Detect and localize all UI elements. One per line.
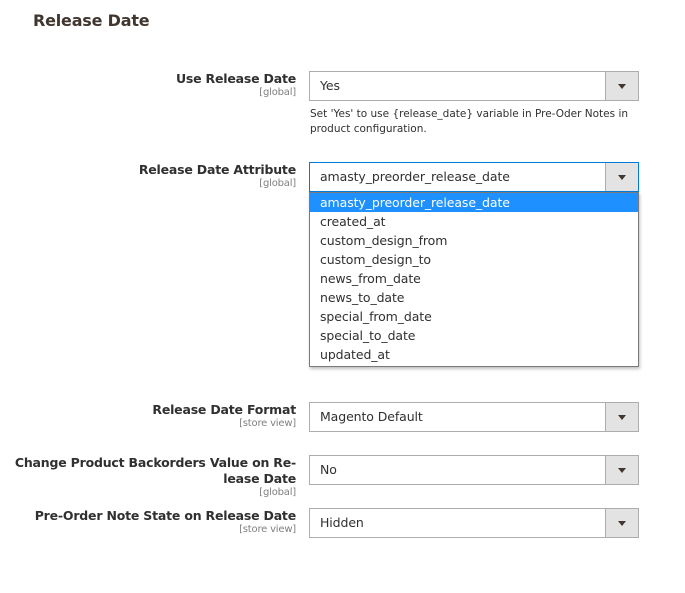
use-release-date-label: Use Release Date [global]	[176, 71, 296, 99]
option-item[interactable]: updated_at	[310, 345, 638, 364]
release-date-format-label-text: Release Date Format	[152, 402, 296, 417]
use-release-date-select[interactable]: Yes	[309, 71, 639, 101]
release-date-attribute-label-text: Release Date Attribute	[138, 162, 296, 177]
release-date-attribute-label: Release Date Attribute [global]	[139, 162, 296, 190]
release-date-format-select[interactable]: Magento Default	[309, 402, 639, 432]
use-release-date-label-text: Use Release Date	[175, 71, 296, 86]
option-item[interactable]: custom_design_to	[310, 250, 638, 269]
chevron-down-icon	[618, 521, 626, 526]
scope-label: [global]	[259, 178, 296, 189]
select-value: Yes	[320, 78, 340, 93]
select-value: No	[320, 462, 337, 477]
note-state-label: Pre-Order Note State on Release Date [st…	[35, 508, 296, 536]
scope-label: [global]	[259, 87, 296, 98]
release-date-attribute-select[interactable]: amasty_preorder_release_date	[309, 162, 639, 192]
change-backorders-label-line2: lease Date	[223, 471, 296, 486]
dropdown-toggle[interactable]	[605, 456, 638, 484]
scope-label: [global]	[259, 487, 296, 498]
note-state-label-text: Pre-Order Note State on Release Date	[34, 508, 296, 523]
option-item[interactable]: special_from_date	[310, 307, 638, 326]
select-value: Magento Default	[320, 409, 423, 424]
scope-label: [store view]	[239, 418, 296, 429]
use-release-date-note: Set 'Yes' to use {release_date} variable…	[310, 108, 629, 135]
option-item[interactable]: created_at	[310, 212, 638, 231]
change-backorders-select[interactable]: No	[309, 455, 639, 485]
select-value: Hidden	[320, 515, 364, 530]
chevron-down-icon	[618, 175, 626, 180]
dropdown-toggle[interactable]	[605, 509, 638, 537]
option-item[interactable]: custom_design_from	[310, 231, 638, 250]
dropdown-toggle[interactable]	[605, 72, 638, 100]
chevron-down-icon	[618, 468, 626, 473]
dropdown-toggle[interactable]	[605, 163, 638, 191]
chevron-down-icon	[618, 84, 626, 89]
option-item[interactable]: amasty_preorder_release_date	[310, 193, 638, 212]
option-item[interactable]: news_to_date	[310, 288, 638, 307]
dropdown-toggle[interactable]	[605, 403, 638, 431]
release-date-attribute-options: amasty_preorder_release_date created_at …	[309, 192, 639, 367]
select-value: amasty_preorder_release_date	[320, 169, 510, 184]
section-title: Release Date	[33, 11, 150, 30]
change-backorders-label-line1: Change Product Backorders Value on Re-	[14, 455, 296, 470]
chevron-down-icon	[618, 415, 626, 420]
option-item[interactable]: news_from_date	[310, 269, 638, 288]
scope-label: [store view]	[239, 524, 296, 535]
note-state-select[interactable]: Hidden	[309, 508, 639, 538]
option-item[interactable]: special_to_date	[310, 326, 638, 345]
release-date-format-label: Release Date Format [store view]	[152, 402, 296, 430]
change-backorders-label: Change Product Backorders Value on Re- l…	[15, 455, 296, 499]
